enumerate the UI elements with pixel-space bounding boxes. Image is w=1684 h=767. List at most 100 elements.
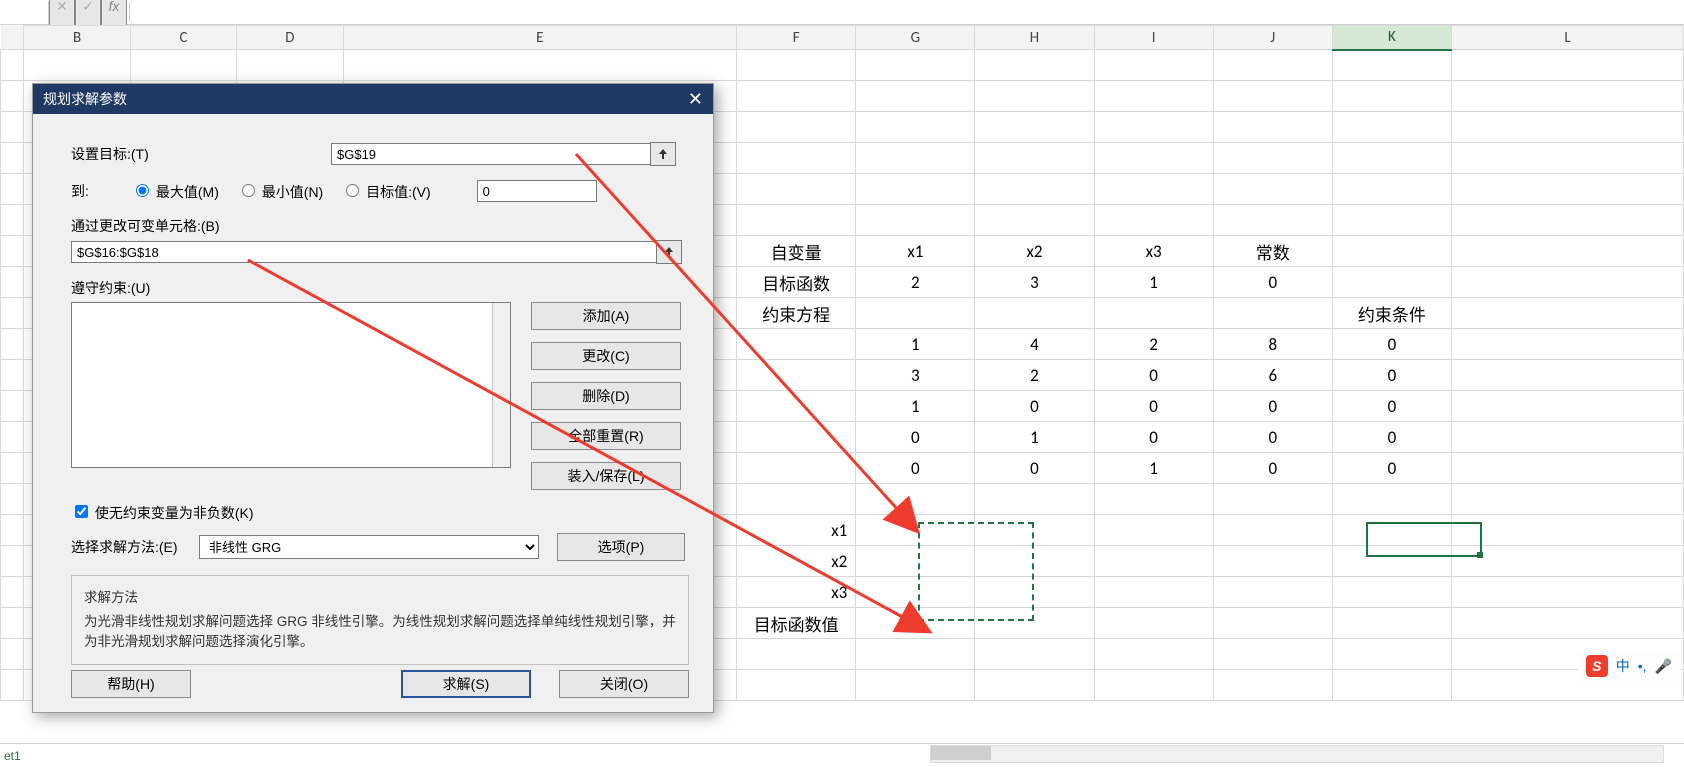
fx-icon[interactable]: fx bbox=[101, 0, 127, 27]
cell[interactable]: 0 bbox=[1094, 360, 1213, 391]
objective-input[interactable] bbox=[331, 143, 651, 165]
col-header[interactable]: I bbox=[1094, 26, 1213, 50]
cancel-icon: ✕ bbox=[49, 0, 75, 27]
set-objective-label: 设置目标:(T) bbox=[71, 144, 331, 164]
cell[interactable]: 0 bbox=[1213, 453, 1332, 484]
cell[interactable]: 0 bbox=[1332, 453, 1451, 484]
cell[interactable]: 0 bbox=[856, 608, 975, 639]
cell[interactable]: 0 bbox=[856, 453, 975, 484]
col-header[interactable]: G bbox=[856, 26, 975, 50]
method-select[interactable]: 非线性 GRG bbox=[199, 535, 539, 559]
cell[interactable]: x1 bbox=[737, 515, 856, 546]
cell[interactable]: 8 bbox=[1213, 329, 1332, 360]
cell[interactable]: x1 bbox=[856, 236, 975, 267]
cell[interactable]: x3 bbox=[1094, 236, 1213, 267]
min-radio[interactable]: 最小值(N) bbox=[237, 181, 323, 202]
cell[interactable]: 目标函数值 bbox=[737, 608, 856, 639]
col-header[interactable]: H bbox=[975, 26, 1094, 50]
cell[interactable]: 目标函数 bbox=[737, 267, 856, 298]
delete-button[interactable]: 删除(D) bbox=[531, 382, 681, 410]
close-icon[interactable]: ✕ bbox=[688, 90, 703, 108]
horizontal-scrollbar[interactable] bbox=[930, 745, 1664, 763]
options-button[interactable]: 选项(P) bbox=[557, 533, 685, 561]
confirm-icon: ✓ bbox=[75, 0, 101, 27]
cell[interactable]: 0 bbox=[1332, 329, 1451, 360]
cell[interactable]: 约束方程 bbox=[737, 298, 856, 329]
sheet-tab-strip[interactable]: et1 bbox=[0, 743, 1684, 767]
cell[interactable]: 0 bbox=[1332, 360, 1451, 391]
to-label: 到: bbox=[71, 181, 131, 201]
constraints-listbox[interactable] bbox=[71, 302, 511, 468]
sheet-tab[interactable]: et1 bbox=[4, 749, 21, 763]
col-header[interactable]: C bbox=[130, 26, 236, 50]
scrollbar-thumb[interactable] bbox=[931, 746, 991, 760]
cell[interactable]: 自变量 bbox=[737, 236, 856, 267]
close-button[interactable]: 关闭(O) bbox=[559, 670, 689, 698]
col-header[interactable]: J bbox=[1213, 26, 1332, 50]
cell[interactable]: x2 bbox=[975, 236, 1094, 267]
col-header[interactable]: B bbox=[24, 26, 130, 50]
cell[interactable]: 0 bbox=[1213, 267, 1332, 298]
cell[interactable]: 0 bbox=[856, 422, 975, 453]
ime-float-bar[interactable]: S 中 •, 🎤 bbox=[1578, 651, 1680, 681]
reset-all-button[interactable]: 全部重置(R) bbox=[531, 422, 681, 450]
helpbox-text: 为光滑非线性规划求解问题选择 GRG 非线性引擎。为线性规划求解问题选择单纯线性… bbox=[84, 610, 676, 650]
cell[interactable]: 1 bbox=[975, 422, 1094, 453]
cell[interactable]: 2 bbox=[856, 267, 975, 298]
cell[interactable]: 常数 bbox=[1213, 236, 1332, 267]
formula-bar: ✕ ✓ fx bbox=[0, 0, 1684, 25]
cell[interactable]: 约束条件 bbox=[1332, 298, 1451, 329]
cell[interactable]: 1 bbox=[856, 329, 975, 360]
add-button[interactable]: 添加(A) bbox=[531, 302, 681, 330]
cell[interactable]: 0 bbox=[1332, 391, 1451, 422]
cell[interactable]: 0 bbox=[975, 453, 1094, 484]
range-picker-icon[interactable] bbox=[656, 240, 682, 264]
column-headers[interactable]: B C D E F G H I J K L bbox=[1, 26, 1684, 50]
change-button[interactable]: 更改(C) bbox=[531, 342, 681, 370]
dialog-title: 规划求解参数 bbox=[43, 89, 127, 109]
valueof-radio[interactable]: 目标值:(V) bbox=[341, 181, 430, 202]
nonneg-checkbox[interactable]: 使无约束变量为非负数(K) bbox=[71, 505, 254, 521]
microphone-icon[interactable]: 🎤 bbox=[1655, 658, 1672, 675]
cell[interactable]: 6 bbox=[1213, 360, 1332, 391]
dialog-titlebar[interactable]: 规划求解参数 ✕ bbox=[33, 84, 713, 114]
col-header[interactable]: L bbox=[1451, 26, 1683, 50]
method-label: 选择求解方法:(E) bbox=[71, 537, 199, 557]
helpbox-title: 求解方法 bbox=[84, 586, 676, 606]
cell[interactable]: 3 bbox=[856, 360, 975, 391]
col-header[interactable]: E bbox=[343, 26, 737, 50]
solve-button[interactable]: 求解(S) bbox=[401, 670, 531, 698]
solver-parameters-dialog: 规划求解参数 ✕ 设置目标:(T) 到: 最大值(M) 最小值(N) 目标值:(… bbox=[32, 83, 714, 713]
changing-cells-label: 通过更改可变单元格:(B) bbox=[71, 216, 689, 236]
ime-punct-icon[interactable]: •, bbox=[1638, 658, 1647, 674]
cell[interactable]: 3 bbox=[975, 267, 1094, 298]
cell[interactable]: 2 bbox=[1094, 329, 1213, 360]
max-radio[interactable]: 最大值(M) bbox=[131, 181, 219, 202]
cell[interactable]: x3 bbox=[737, 577, 856, 608]
cell[interactable]: 2 bbox=[975, 360, 1094, 391]
col-header[interactable]: F bbox=[737, 26, 856, 50]
solving-method-helpbox: 求解方法 为光滑非线性规划求解问题选择 GRG 非线性引擎。为线性规划求解问题选… bbox=[71, 575, 689, 665]
load-save-button[interactable]: 装入/保存(L) bbox=[531, 462, 681, 490]
name-box[interactable] bbox=[0, 1, 49, 24]
cell[interactable]: 0 bbox=[1094, 422, 1213, 453]
changing-cells-input[interactable] bbox=[71, 241, 657, 263]
cell[interactable]: 0 bbox=[1094, 391, 1213, 422]
cell[interactable]: 0 bbox=[1213, 422, 1332, 453]
help-button[interactable]: 帮助(H) bbox=[71, 670, 191, 698]
scrollbar[interactable] bbox=[492, 303, 510, 467]
range-picker-icon[interactable] bbox=[650, 142, 676, 166]
cell[interactable]: 0 bbox=[1332, 422, 1451, 453]
col-header-active[interactable]: K bbox=[1332, 26, 1451, 50]
valueof-input[interactable] bbox=[477, 180, 597, 202]
cell[interactable]: 1 bbox=[856, 391, 975, 422]
cell[interactable]: x2 bbox=[737, 546, 856, 577]
cell[interactable]: 4 bbox=[975, 329, 1094, 360]
cell[interactable]: 0 bbox=[975, 391, 1094, 422]
cell[interactable]: 0 bbox=[1213, 391, 1332, 422]
ime-lang[interactable]: 中 bbox=[1616, 656, 1630, 676]
sogou-logo-icon[interactable]: S bbox=[1586, 655, 1608, 677]
cell[interactable]: 1 bbox=[1094, 267, 1213, 298]
col-header[interactable]: D bbox=[237, 26, 343, 50]
cell[interactable]: 1 bbox=[1094, 453, 1213, 484]
